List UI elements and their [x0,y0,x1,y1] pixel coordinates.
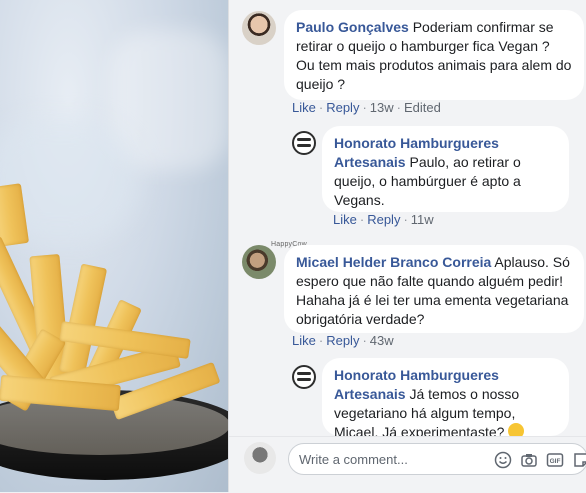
timestamp[interactable]: 43w [370,333,394,348]
comment-author[interactable]: Micael Helder Branco Correia [296,254,491,270]
camera-icon[interactable] [520,451,538,474]
timestamp[interactable]: 13w [370,100,394,115]
reply-bubble: Honorato Hamburgueres Artesanais Já temo… [322,358,569,436]
avatar[interactable] [292,131,316,155]
reply-link[interactable]: Reply [367,212,400,227]
reply-link[interactable]: Reply [326,100,359,115]
svg-text:GIF: GIF [550,458,561,465]
smile-emoji-icon [508,423,525,436]
emoji-icon[interactable] [494,451,512,474]
comment-composer: Write a comment... GIF [229,436,586,493]
avatar[interactable] [242,245,276,279]
background-photo [0,0,228,492]
like-link[interactable]: Like [333,212,357,227]
like-link[interactable]: Like [292,333,316,348]
comment-bubble: Paulo Gonçalves Poderiam confirmar se re… [284,10,584,100]
edited-label[interactable]: Edited [404,100,441,115]
comment-actions: Like · Reply · 13w · Edited [292,100,441,115]
comment-list[interactable]: Paulo Gonçalves Poderiam confirmar se re… [229,0,586,436]
gif-icon[interactable]: GIF [546,451,564,474]
sticker-icon[interactable] [572,451,586,474]
reply-link[interactable]: Reply [326,333,359,348]
comment-actions: Like · Reply · 43w [292,333,394,348]
reply-actions: Like · Reply · 11w [333,212,434,227]
comment-bubble: Micael Helder Branco Correia Aplauso. Só… [284,245,584,333]
comment-input-placeholder: Write a comment... [299,452,408,467]
reply-bubble: Honorato Hamburgueres Artesanais Paulo, … [322,126,569,212]
avatar[interactable] [242,11,276,45]
like-link[interactable]: Like [292,100,316,115]
avatar[interactable] [244,442,276,474]
timestamp[interactable]: 11w [411,212,434,227]
comments-panel: Paulo Gonçalves Poderiam confirmar se re… [228,0,586,493]
comment-author[interactable]: Paulo Gonçalves [296,19,409,35]
avatar[interactable] [292,365,316,389]
comment-input[interactable]: Write a comment... GIF [288,443,586,475]
